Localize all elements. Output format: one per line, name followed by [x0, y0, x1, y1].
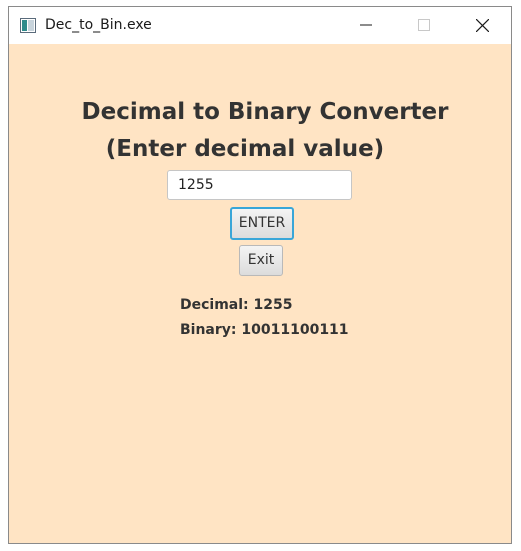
enter-button[interactable]: ENTER — [230, 207, 294, 240]
main-content: Decimal to Binary Converter (Enter decim… — [9, 44, 511, 543]
minimize-button[interactable] — [343, 7, 389, 44]
title-bar[interactable]: Dec_to_Bin.exe — [9, 7, 511, 44]
window-title: Dec_to_Bin.exe — [45, 17, 152, 33]
app-icon — [20, 18, 36, 33]
close-button[interactable] — [459, 7, 505, 44]
binary-result-label: Binary: 10011100111 — [180, 322, 349, 338]
page-title: Decimal to Binary Converter — [81, 99, 449, 125]
app-window: Dec_to_Bin.exe Decimal to Binary Convert… — [8, 6, 512, 544]
decimal-input[interactable] — [167, 170, 352, 200]
maximize-button[interactable] — [401, 7, 447, 44]
maximize-icon — [418, 19, 430, 31]
page-subtitle: (Enter decimal value) — [105, 136, 385, 162]
close-icon — [476, 19, 489, 32]
exit-button[interactable]: Exit — [239, 245, 283, 276]
decimal-result-label: Decimal: 1255 — [180, 297, 293, 313]
minimize-icon — [360, 24, 372, 26]
